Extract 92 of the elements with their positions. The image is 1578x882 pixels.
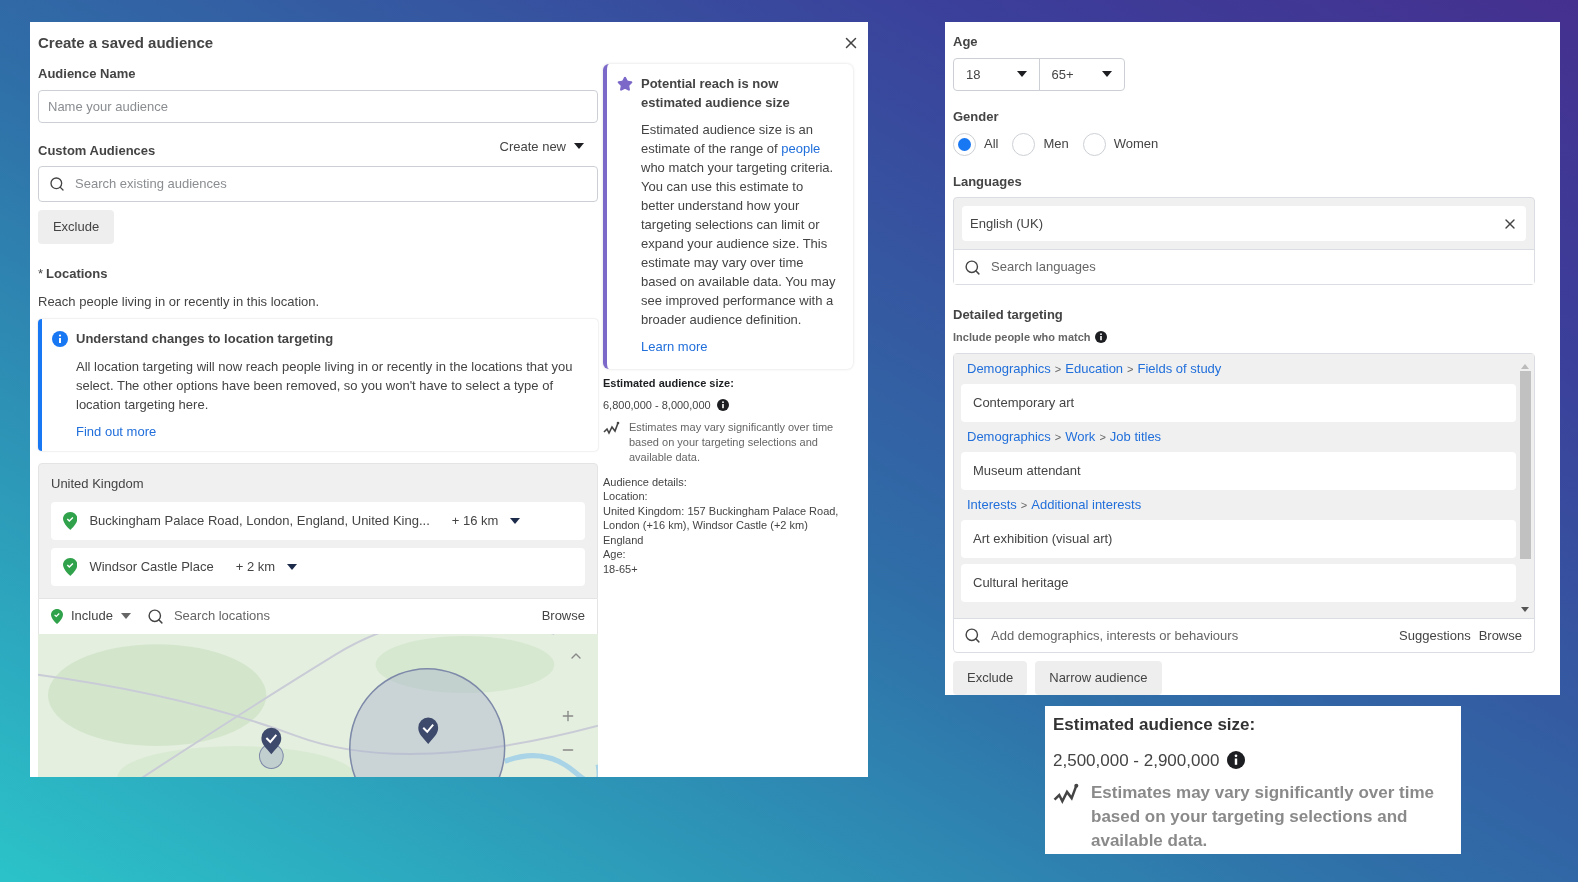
targeting-search-field[interactable]: Add demographics, interests or behaviours [964,625,1239,646]
caret-icon [120,613,131,619]
star-icon [617,76,633,92]
caret-icon [1102,71,1112,78]
required-mark: * [38,265,44,283]
map-pin-icon [51,608,63,624]
language-search-field[interactable]: Search languages [954,249,1534,284]
map-pin-icon [63,557,78,576]
info-icon[interactable] [716,399,729,412]
caret-icon [287,563,298,570]
breadcrumb-link[interactable]: Fields of study [1137,359,1222,379]
targeting-item[interactable]: Art exhibition (visual art) [961,520,1516,558]
field-label: Locations [46,265,108,283]
breadcrumb-separator: > [1127,361,1134,377]
include-dropdown[interactable]: Include [51,606,131,626]
search-icon [964,627,981,644]
audience-detail-line: England [603,532,645,547]
breadcrumb-link[interactable]: Interests [967,495,1017,515]
locations-description: Reach people living in or recently in this location. [38,292,321,311]
caret-icon [1016,71,1027,78]
estimate-label: Estimated audience size: [1053,714,1257,736]
estimate-range: 2,500,000 - 2,900,000 [1053,749,1220,772]
browse-link[interactable]: Browse [1478,625,1522,646]
gender-radio[interactable]: Men [1012,132,1069,156]
breadcrumb-link[interactable]: Education [1065,359,1124,379]
estimate-label: Estimated audience size: [603,375,735,391]
info-card-text: Estimated audience size is an estimate of the range of people who match your targeting criteria. You can use this estimate to better understand how your targeting selections can limit or expand your audience size. This estimate may vary over time based on available data. You may see improved performance with a broader audience definition. [641,121,837,329]
create-new-dropdown[interactable]: Create new [499,136,584,156]
targeting-item[interactable]: Cultural heritage [961,564,1516,602]
search-field[interactable]: Search existing audiences [38,166,598,202]
estimate-note: Estimates may vary significantly over time based on your targeting selections and available data. [629,419,835,465]
info-icon[interactable] [1094,330,1107,343]
exclude-button[interactable]: Exclude [38,210,114,244]
search-icon [964,258,981,276]
estimate-note: Estimates may vary significantly over time based on your targeting selections and available data. [1091,782,1435,852]
notice-text: All location targeting will now reach people living in or recently in the locations that you select. The other options have been removed, so you won't have to select a type of location targeting here. [76,357,574,414]
field-sublabel: Include people who match [953,329,1091,345]
scroll-down-icon[interactable] [1521,607,1529,612]
gender-radio[interactable]: Women [1082,132,1159,156]
dialog-title: Create a saved audience [38,32,214,53]
info-card-title: Potential reach is now estimated audience size [641,75,791,112]
field-label: Gender [953,108,1000,126]
audience-detail-line: United Kingdom: 157 Buckingham Palace Road, London (+16 km), Windsor Castle (+2 km) [603,503,840,533]
gender-radio[interactable]: All [953,132,999,156]
caret-icon [510,517,521,524]
radius-dropdown[interactable]: + 16 km [451,510,521,531]
breadcrumb-link[interactable]: Demographics [967,359,1051,379]
targeting-item[interactable]: Museum attendant [961,452,1516,490]
breadcrumb-separator: > [1099,429,1106,445]
country-label: United Kingdom [51,475,145,493]
search-icon [146,607,164,625]
audience-name-field[interactable]: Name your audience [38,89,598,123]
field-label: Languages [953,172,1023,191]
field-label: Audience Name [38,65,137,83]
learn-more-link[interactable]: Learn more [641,337,839,357]
targeting-item[interactable]: Contemporary art [961,384,1516,422]
breadcrumb-separator: > [1020,497,1028,513]
breadcrumb-link[interactable]: Demographics [967,427,1051,447]
audience-detail-line: Location: [603,489,649,504]
info-icon[interactable] [1227,751,1246,770]
location-name: Buckingham Palace Road, London, England, United King... [89,511,430,530]
language-chip[interactable]: English (UK) [962,206,1526,241]
audience-detail-line: Audience details: [603,474,688,489]
action-button[interactable]: Exclude [953,661,1028,695]
action-button[interactable]: Narrow audience [1035,661,1162,695]
radius-dropdown[interactable]: + 2 km [235,556,298,577]
field-label: Detailed targeting [953,306,1064,324]
location-row[interactable]: Buckingham Palace Road, London, England, United King... + 16 km [51,501,585,540]
map-pin-icon [63,511,78,530]
info-icon [52,331,68,347]
location-name: Windsor Castle Place [89,557,214,576]
estimate-range: 6,800,000 - 8,000,000 [603,398,711,413]
audience-detail-line: 18-65+ [603,561,639,576]
browse-link[interactable]: Browse [541,606,585,626]
field-label: Custom Audiences [38,141,156,160]
breadcrumb-link[interactable]: Job titles [1109,427,1162,447]
location-search-field[interactable]: Search locations [146,606,271,626]
audience-detail-line: Age: [603,547,627,562]
breadcrumb-separator: > [1054,429,1062,445]
breadcrumb-link[interactable]: Additional interests [1031,495,1142,515]
people-link[interactable]: people [781,141,821,156]
notice-title: Understand changes to location targeting [76,330,335,348]
breadcrumb-link[interactable]: Work [1065,427,1096,447]
age-min-dropdown[interactable]: 18 [954,58,1040,90]
field-label: Age [953,33,979,51]
find-out-more-link[interactable]: Find out more [76,421,584,441]
search-icon [49,176,65,192]
age-max-dropdown[interactable]: 65+ [1039,58,1124,90]
caret-icon [574,143,584,150]
suggestions-link[interactable]: Suggestions [1399,625,1471,646]
location-row[interactable]: Windsor Castle Place + 2 km [51,547,585,586]
breadcrumb-separator: > [1054,361,1062,377]
